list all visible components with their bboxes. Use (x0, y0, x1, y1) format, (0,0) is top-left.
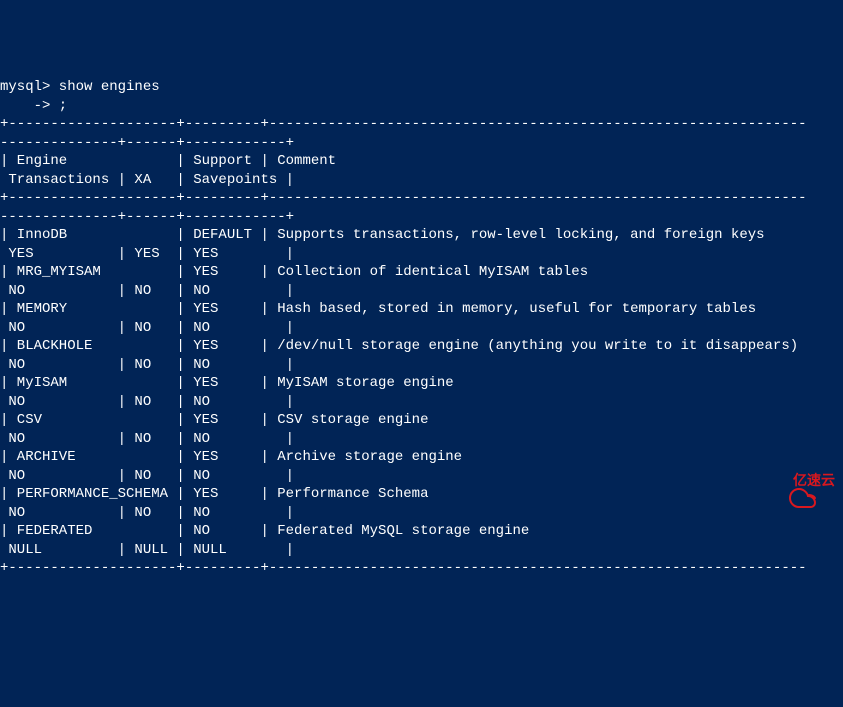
engine-row-1-line1: | MRG_MYISAM | YES | Collection of ident… (0, 264, 807, 280)
engine-row-1-line2: NO | NO | NO | (0, 283, 294, 299)
prompt-line1: mysql> show engines (0, 79, 160, 95)
terminal-output: mysql> show engines -> ; +--------------… (0, 78, 843, 578)
engine-row-2-line2: NO | NO | NO | (0, 320, 294, 336)
engine-row-0-line1: | InnoDB | DEFAULT | Supports transactio… (0, 227, 807, 243)
engine-row-5-line1: | CSV | YES | CSV storage engine (0, 412, 807, 428)
engine-row-6-line1: | ARCHIVE | YES | Archive storage engine (0, 449, 807, 465)
engine-row-0-line2: YES | YES | YES | (0, 246, 294, 262)
engine-row-2-line1: | MEMORY | YES | Hash based, stored in m… (0, 301, 807, 317)
divider-mid-1: +--------------------+---------+--------… (0, 190, 807, 206)
header-line1: | Engine | Support | Comment (0, 153, 807, 169)
engine-row-4-line2: NO | NO | NO | (0, 394, 294, 410)
engine-row-8-line1: | FEDERATED | NO | Federated MySQL stora… (0, 523, 807, 539)
divider-top-2: --------------+------+------------+ (0, 135, 294, 151)
cloud-logo-icon (753, 466, 789, 494)
engine-row-7-line2: NO | NO | NO | (0, 505, 294, 521)
engine-row-8-line2: NULL | NULL | NULL | (0, 542, 294, 558)
engine-row-3-line2: NO | NO | NO | (0, 357, 294, 373)
prompt-line2: -> ; (0, 98, 67, 114)
engine-row-7-line1: | PERFORMANCE_SCHEMA | YES | Performance… (0, 486, 807, 502)
engine-row-3-line1: | BLACKHOLE | YES | /dev/null storage en… (0, 338, 807, 354)
divider-mid-2: --------------+------+------------+ (0, 209, 294, 225)
engine-row-4-line1: | MyISAM | YES | MyISAM storage engine (0, 375, 807, 391)
header-line2: Transactions | XA | Savepoints | (0, 172, 294, 188)
engine-row-5-line2: NO | NO | NO | (0, 431, 294, 447)
divider-top-1: +--------------------+---------+--------… (0, 116, 807, 132)
divider-bottom-1: +--------------------+---------+--------… (0, 560, 807, 576)
engine-row-6-line2: NO | NO | NO | (0, 468, 294, 484)
watermark: 亿速云 (753, 466, 835, 494)
